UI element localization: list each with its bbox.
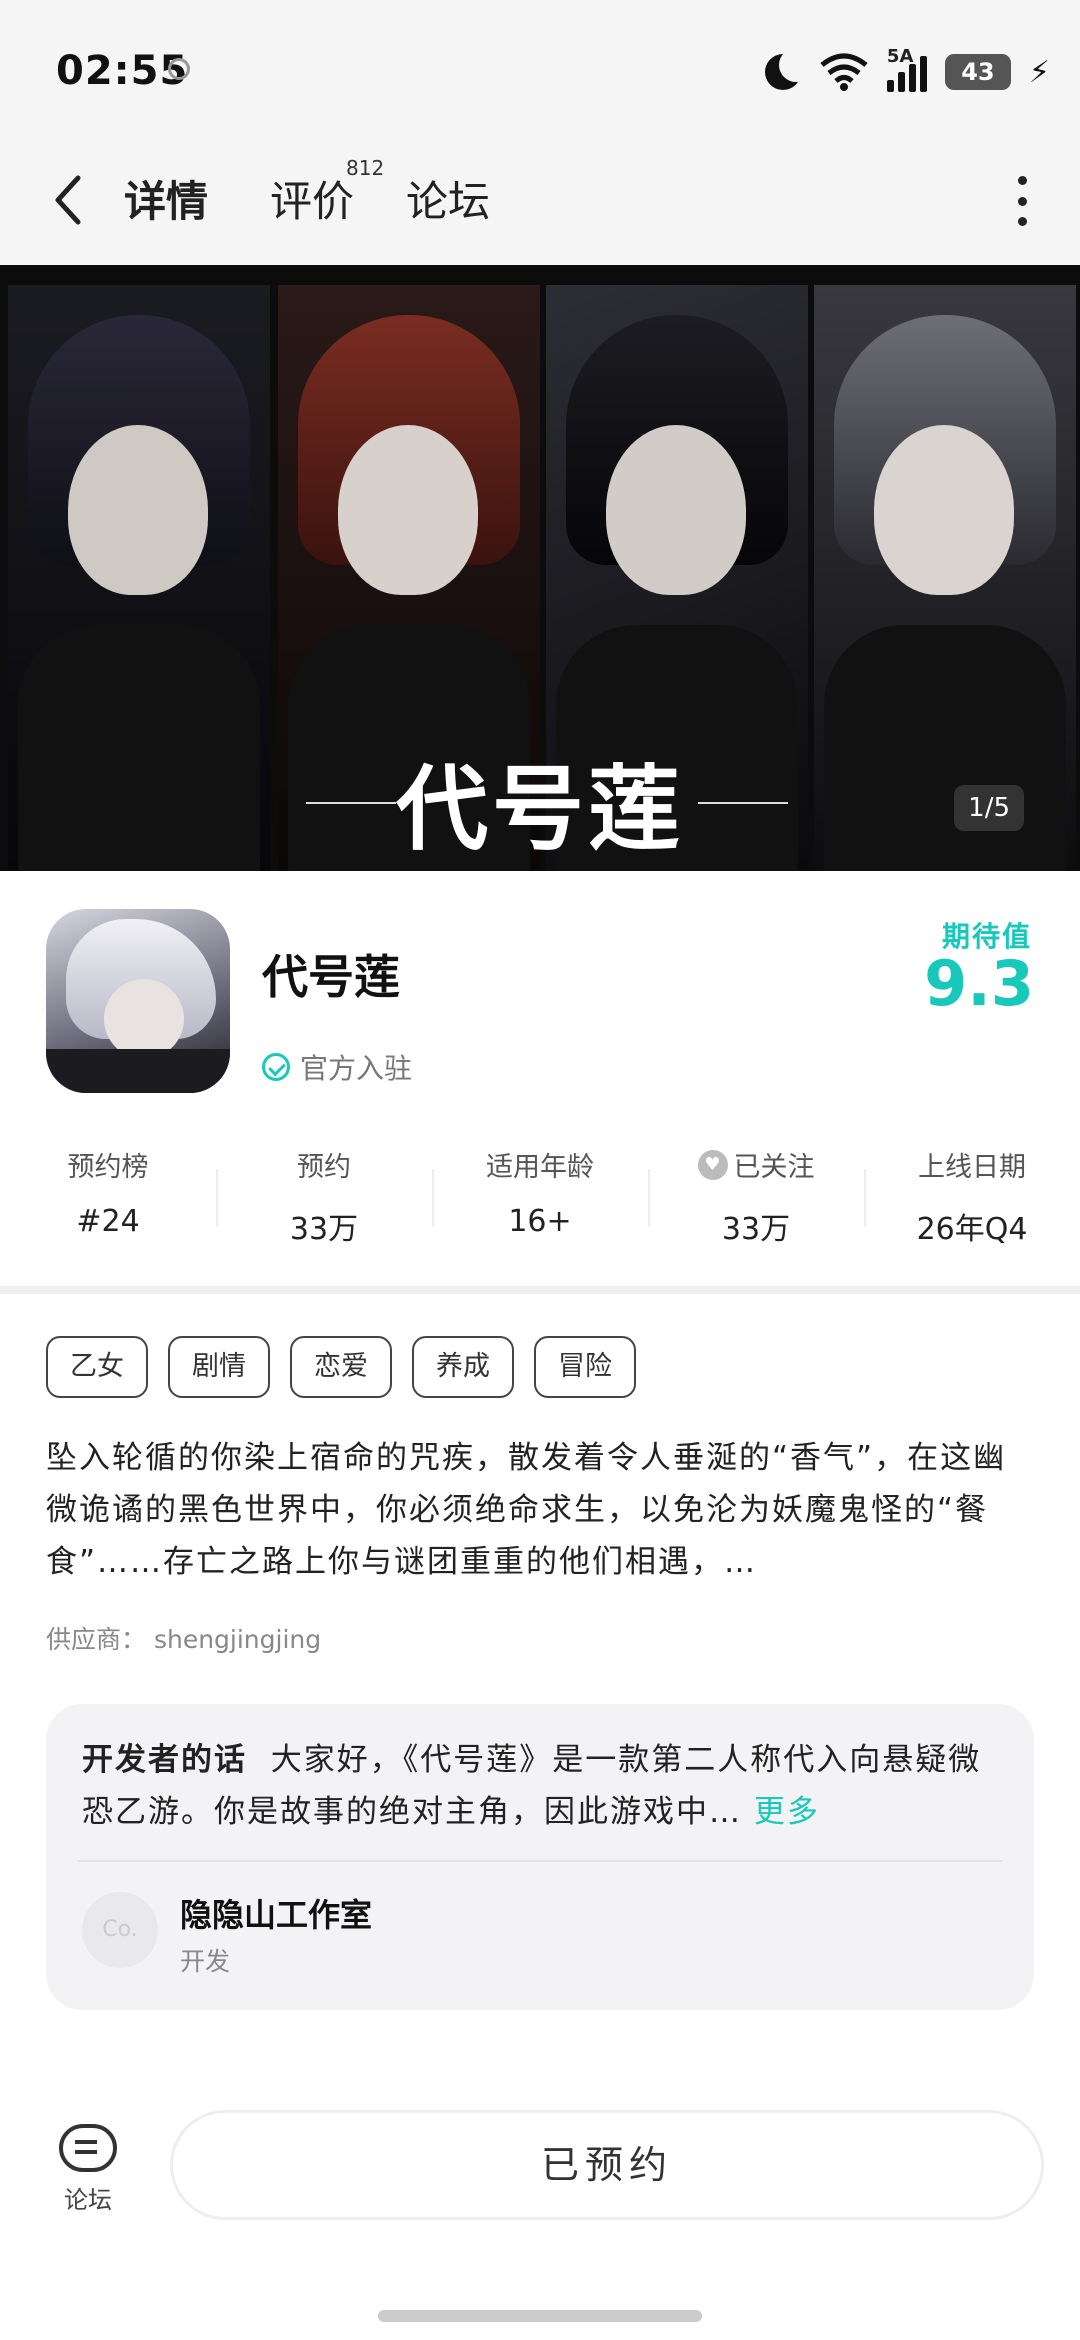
stats-row: 预约榜 #24 预约 33万 适用年龄 16+ ♥ 已关注 33万 上线日期 2… [0, 1145, 1080, 1255]
tab-forum[interactable]: 论坛 [406, 168, 490, 229]
stat-release-date: 上线日期 26年Q4 [864, 1145, 1080, 1255]
developer-note: 开发者的话 大家好，《代号莲》是一款第二人称代入向悬疑微恐乙游。你是故事的绝对主… [82, 1734, 1002, 1838]
stat-ranking[interactable]: 预约榜 #24 [0, 1145, 216, 1255]
moon-icon [764, 48, 813, 90]
tag-item[interactable]: 养成 [412, 1336, 514, 1398]
app-info-card: 代号莲 官方入驻 期待值 9.3 预约榜 #24 预约 33万 适用年龄 16+… [0, 871, 1080, 1286]
stat-age-rating: 适用年龄 16+ [432, 1145, 648, 1255]
bottom-action-bar: 论坛 已预约 [0, 2064, 1080, 2340]
app-name: 代号莲 [262, 950, 400, 1004]
tab-review[interactable]: 评价 [270, 168, 354, 229]
home-indicator[interactable] [378, 2310, 702, 2322]
developer-name[interactable]: 隐隐山工作室 [180, 1890, 372, 1936]
tag-item[interactable]: 乙女 [46, 1336, 148, 1398]
tag-item[interactable]: 剧情 [168, 1336, 270, 1398]
status-bar: 02:55 5A 43 ⚡ [0, 0, 1080, 150]
more-options-icon[interactable] [1018, 176, 1028, 226]
developer-note-heading: 开发者的话 [82, 1742, 247, 1778]
supplier-info: 供应商： shengjingjing [46, 1625, 322, 1654]
developer-role: 开发 [180, 1947, 231, 1976]
signal-icon: 5A [886, 46, 927, 92]
tag-list: 乙女 剧情 恋爱 养成 冒险 [46, 1336, 636, 1398]
heart-icon: ♥ [697, 1149, 728, 1180]
notification-icon [168, 58, 190, 80]
app-icon [46, 909, 230, 1093]
tag-item[interactable]: 恋爱 [290, 1336, 392, 1398]
forum-button[interactable]: 论坛 [46, 2124, 130, 2215]
developer-avatar[interactable]: Co. [82, 1892, 158, 1968]
reserved-button[interactable]: 已预约 [170, 2110, 1044, 2220]
stat-followed[interactable]: ♥ 已关注 33万 [648, 1145, 864, 1255]
charging-icon: ⚡ [1028, 54, 1050, 90]
chat-bubble-icon [59, 2124, 117, 2172]
section-divider [0, 1286, 1080, 1294]
developer-card[interactable]: 开发者的话 大家好，《代号莲》是一款第二人称代入向悬疑微恐乙游。你是故事的绝对主… [46, 1704, 1034, 2010]
status-icons: 5A 43 ⚡ [764, 46, 1050, 92]
banner-carousel[interactable]: 代号莲 1/5 [0, 265, 1080, 871]
game-description[interactable]: 坠入轮循的你染上宿命的咒疾，散发着令人垂涎的“香气”，在这幽微诡谲的黑色世界中，… [46, 1432, 1036, 1588]
more-link[interactable]: 更多 [754, 1794, 820, 1830]
tab-detail[interactable]: 详情 [118, 168, 215, 229]
review-count-badge: 812 [346, 156, 385, 180]
verified-check-icon [262, 1053, 290, 1081]
banner-page-counter: 1/5 [954, 785, 1024, 831]
battery-icon: 43 [944, 54, 1011, 90]
tag-item[interactable]: 冒险 [534, 1336, 636, 1398]
banner-title: 代号莲 [395, 755, 684, 863]
description-section: 乙女 剧情 恋爱 养成 冒险 坠入轮循的你染上宿命的咒疾，散发着令人垂涎的“香气… [0, 1294, 1080, 2064]
top-nav: 详情 评价 812 论坛 [0, 150, 1080, 265]
back-arrow-icon[interactable] [48, 170, 88, 230]
expectation-score: 9.3 [924, 947, 1034, 1020]
developer-divider [78, 1860, 1002, 1862]
wifi-icon [820, 53, 868, 91]
official-badge: 官方入驻 [262, 1047, 412, 1087]
stat-reservations: 预约 33万 [216, 1145, 432, 1255]
